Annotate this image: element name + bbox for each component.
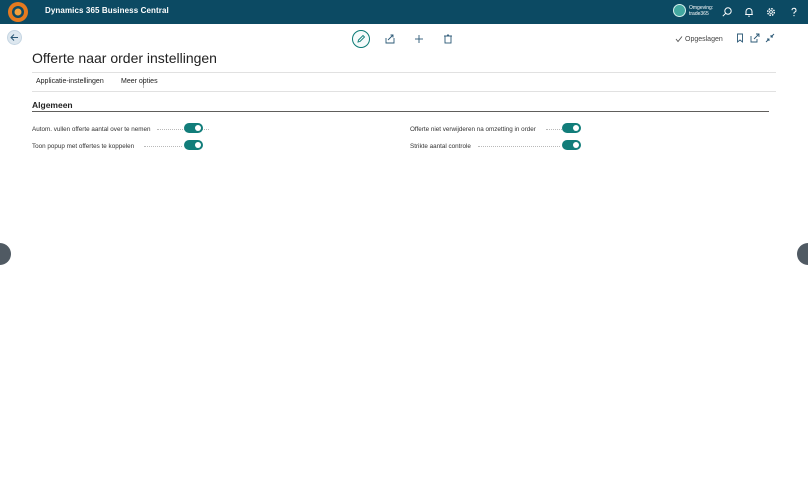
environment-avatar-icon xyxy=(673,4,686,17)
section-title-general[interactable]: Algemeen xyxy=(32,100,73,110)
next-record-button[interactable] xyxy=(797,243,808,265)
app-title[interactable]: Dynamics 365 Business Central xyxy=(45,6,169,15)
help-icon[interactable] xyxy=(788,6,800,18)
more-options-button[interactable]: Meer opties xyxy=(121,78,158,85)
field-label: Autom. vullen offerte aantal over te nem… xyxy=(32,125,151,133)
field-show-quote-popup: Toon popup met offertes te koppelen xyxy=(32,140,204,152)
field-label: Toon popup met offertes te koppelen xyxy=(32,142,135,150)
toggle-strict-qty-check[interactable] xyxy=(562,140,581,150)
environment-indicator[interactable]: Omgeving: trade365 xyxy=(673,4,713,17)
saved-status: Opgeslagen xyxy=(675,35,723,43)
gear-icon[interactable] xyxy=(765,6,777,18)
toggle-autofill-quote-qty[interactable] xyxy=(184,123,203,133)
field-leader-dots xyxy=(546,129,562,130)
share-button[interactable] xyxy=(381,30,399,48)
app-bar: Dynamics 365 Business Central Omgeving: … xyxy=(0,0,808,24)
check-icon xyxy=(675,36,683,43)
toggle-keep-quote-after-conversion[interactable] xyxy=(562,123,581,133)
previous-record-button[interactable] xyxy=(0,243,11,265)
field-label: Strikte aantal controle xyxy=(410,142,471,150)
pencil-icon xyxy=(357,34,366,43)
delete-button[interactable] xyxy=(439,30,457,48)
page-title: Offerte naar order instellingen xyxy=(32,50,217,66)
environment-label: Omgeving: xyxy=(689,4,714,11)
edit-button[interactable] xyxy=(352,30,370,48)
back-button[interactable] xyxy=(7,30,22,45)
field-leader-dots xyxy=(144,146,182,147)
collapse-icon[interactable] xyxy=(765,33,775,43)
environment-name: trade365 xyxy=(689,10,709,17)
section-divider xyxy=(32,111,769,112)
new-button[interactable] xyxy=(410,30,428,48)
tab-app-settings[interactable]: Applicatie-instellingen xyxy=(36,78,104,85)
field-leader-dots xyxy=(478,146,560,147)
search-icon[interactable] xyxy=(721,6,733,18)
field-label: Offerte niet verwijderen na omzetting in… xyxy=(410,125,536,133)
app-logo-icon[interactable] xyxy=(6,1,30,23)
action-bar: Applicatie-instellingen Meer opties xyxy=(32,72,776,92)
toggle-show-quote-popup[interactable] xyxy=(184,140,203,150)
bookmark-icon[interactable] xyxy=(735,33,745,43)
field-keep-quote-after-conversion: Offerte niet verwijderen na omzetting in… xyxy=(410,123,582,135)
bell-icon[interactable] xyxy=(743,6,755,18)
open-new-window-icon[interactable] xyxy=(750,33,760,43)
saved-label: Opgeslagen xyxy=(685,35,723,43)
field-autofill-quote-qty: Autom. vullen offerte aantal over te nem… xyxy=(32,123,209,135)
arrow-left-icon xyxy=(10,34,18,41)
field-strict-qty-check: Strikte aantal controle xyxy=(410,140,582,152)
